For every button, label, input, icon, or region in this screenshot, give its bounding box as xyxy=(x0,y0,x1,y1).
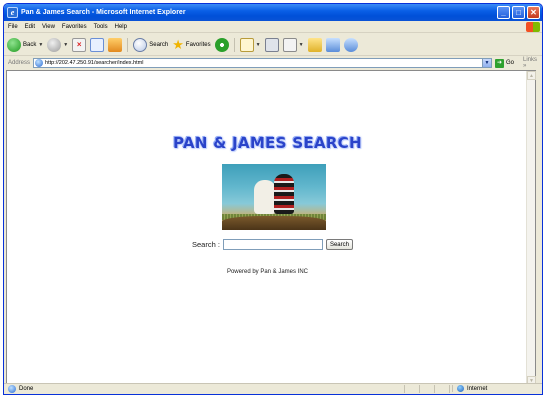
go-arrow-icon: ➜ xyxy=(495,58,504,68)
forward-arrow-icon xyxy=(47,37,62,52)
status-divider xyxy=(419,385,420,393)
address-url[interactable]: http://202.47.250.91/searcher/index.html xyxy=(45,60,143,66)
title-bar[interactable]: e Pan & James Search - Microsoft Interne… xyxy=(4,4,542,21)
search-form: Search : Search xyxy=(192,239,353,250)
research-icon[interactable] xyxy=(325,37,340,52)
maximize-button[interactable]: □ xyxy=(512,6,525,19)
search-toolbar-button[interactable]: Search xyxy=(133,37,169,52)
go-button[interactable]: ➜ Go xyxy=(495,58,515,68)
stop-icon[interactable]: × xyxy=(72,37,87,52)
footer-text: Powered by Pan & James INC xyxy=(226,269,309,275)
image-ground xyxy=(222,216,326,230)
mail-button[interactable]: ▼ xyxy=(239,37,261,52)
vertical-scrollbar[interactable]: ▲ ▼ xyxy=(526,71,536,385)
browser-window: e Pan & James Search - Microsoft Interne… xyxy=(3,3,543,395)
minimize-button[interactable]: _ xyxy=(497,6,510,19)
search-toolbar-label: Search xyxy=(149,41,169,48)
status-divider xyxy=(449,385,450,393)
back-label: Back xyxy=(23,41,37,48)
search-label: Search : xyxy=(192,240,220,249)
menu-edit[interactable]: Edit xyxy=(25,24,35,30)
edit-button[interactable]: ▼ xyxy=(282,37,304,52)
forward-dropdown-icon[interactable]: ▼ xyxy=(63,42,68,48)
forward-button[interactable]: ▼ xyxy=(47,37,68,52)
status-page-icon xyxy=(8,385,16,393)
ie-icon: e xyxy=(7,7,18,18)
site-logo: PAN & JAMES SEARCH xyxy=(173,134,362,152)
scroll-up-icon[interactable]: ▲ xyxy=(527,71,536,80)
favorites-star-icon: ★ xyxy=(172,36,184,52)
page-icon xyxy=(35,59,44,67)
zone-label: Internet xyxy=(467,385,488,392)
go-label: Go xyxy=(506,60,515,66)
page-content: PAN & JAMES SEARCH Search : Search Power… xyxy=(6,70,536,386)
back-button[interactable]: Back ▼ xyxy=(7,37,43,52)
menu-file[interactable]: File xyxy=(8,24,18,30)
internet-globe-icon xyxy=(457,385,464,392)
window-controls: _ □ ✕ xyxy=(497,6,540,19)
links-label: Links xyxy=(523,57,538,63)
edit-dropdown-icon[interactable]: ▼ xyxy=(299,42,304,48)
magnifier-icon xyxy=(133,37,148,52)
image-child xyxy=(274,174,294,214)
messenger-icon[interactable] xyxy=(343,37,358,52)
menu-bar: File Edit View Favorites Tools Help xyxy=(4,21,542,33)
mail-dropdown-icon[interactable]: ▼ xyxy=(256,42,261,48)
menu-favorites[interactable]: Favorites xyxy=(62,24,87,30)
status-divider xyxy=(434,385,435,393)
image-dog xyxy=(254,180,276,214)
status-text: Done xyxy=(19,386,34,392)
status-panes xyxy=(404,385,450,393)
menu-tools[interactable]: Tools xyxy=(94,24,108,30)
refresh-icon[interactable] xyxy=(90,37,105,52)
mail-icon xyxy=(239,37,254,52)
links-button[interactable]: Links » xyxy=(523,57,542,69)
home-icon[interactable] xyxy=(108,37,123,52)
standard-toolbar: Back ▼ ▼ × Search ★ Favorites ▼ ▼ xyxy=(4,34,542,56)
address-bar: Address http://202.47.250.91/searcher/in… xyxy=(4,57,542,69)
edit-icon xyxy=(282,37,297,52)
media-icon[interactable] xyxy=(214,37,229,52)
window-title: Pan & James Search - Microsoft Internet … xyxy=(21,9,186,16)
menu-view[interactable]: View xyxy=(42,24,55,30)
toolbar-divider xyxy=(127,37,129,52)
security-zone[interactable]: Internet xyxy=(452,385,532,392)
close-button[interactable]: ✕ xyxy=(527,6,540,19)
search-input[interactable] xyxy=(222,239,323,250)
search-button[interactable]: Search xyxy=(325,239,353,250)
toolbar-divider xyxy=(233,37,235,52)
windows-logo-icon xyxy=(526,22,540,32)
favorites-label: Favorites xyxy=(185,41,211,48)
status-bar: Done Internet xyxy=(4,383,542,394)
status-divider xyxy=(404,385,405,393)
address-label: Address xyxy=(8,60,31,66)
back-dropdown-icon[interactable]: ▼ xyxy=(38,42,43,48)
back-arrow-icon xyxy=(7,37,21,52)
print-icon[interactable] xyxy=(264,37,279,52)
address-field[interactable]: http://202.47.250.91/searcher/index.html… xyxy=(33,58,492,68)
favorites-button[interactable]: ★ Favorites xyxy=(172,36,211,52)
address-dropdown-icon[interactable]: ▼ xyxy=(482,59,491,67)
hero-image xyxy=(222,164,326,230)
folder-icon[interactable] xyxy=(307,37,322,52)
menu-help[interactable]: Help xyxy=(115,24,127,30)
